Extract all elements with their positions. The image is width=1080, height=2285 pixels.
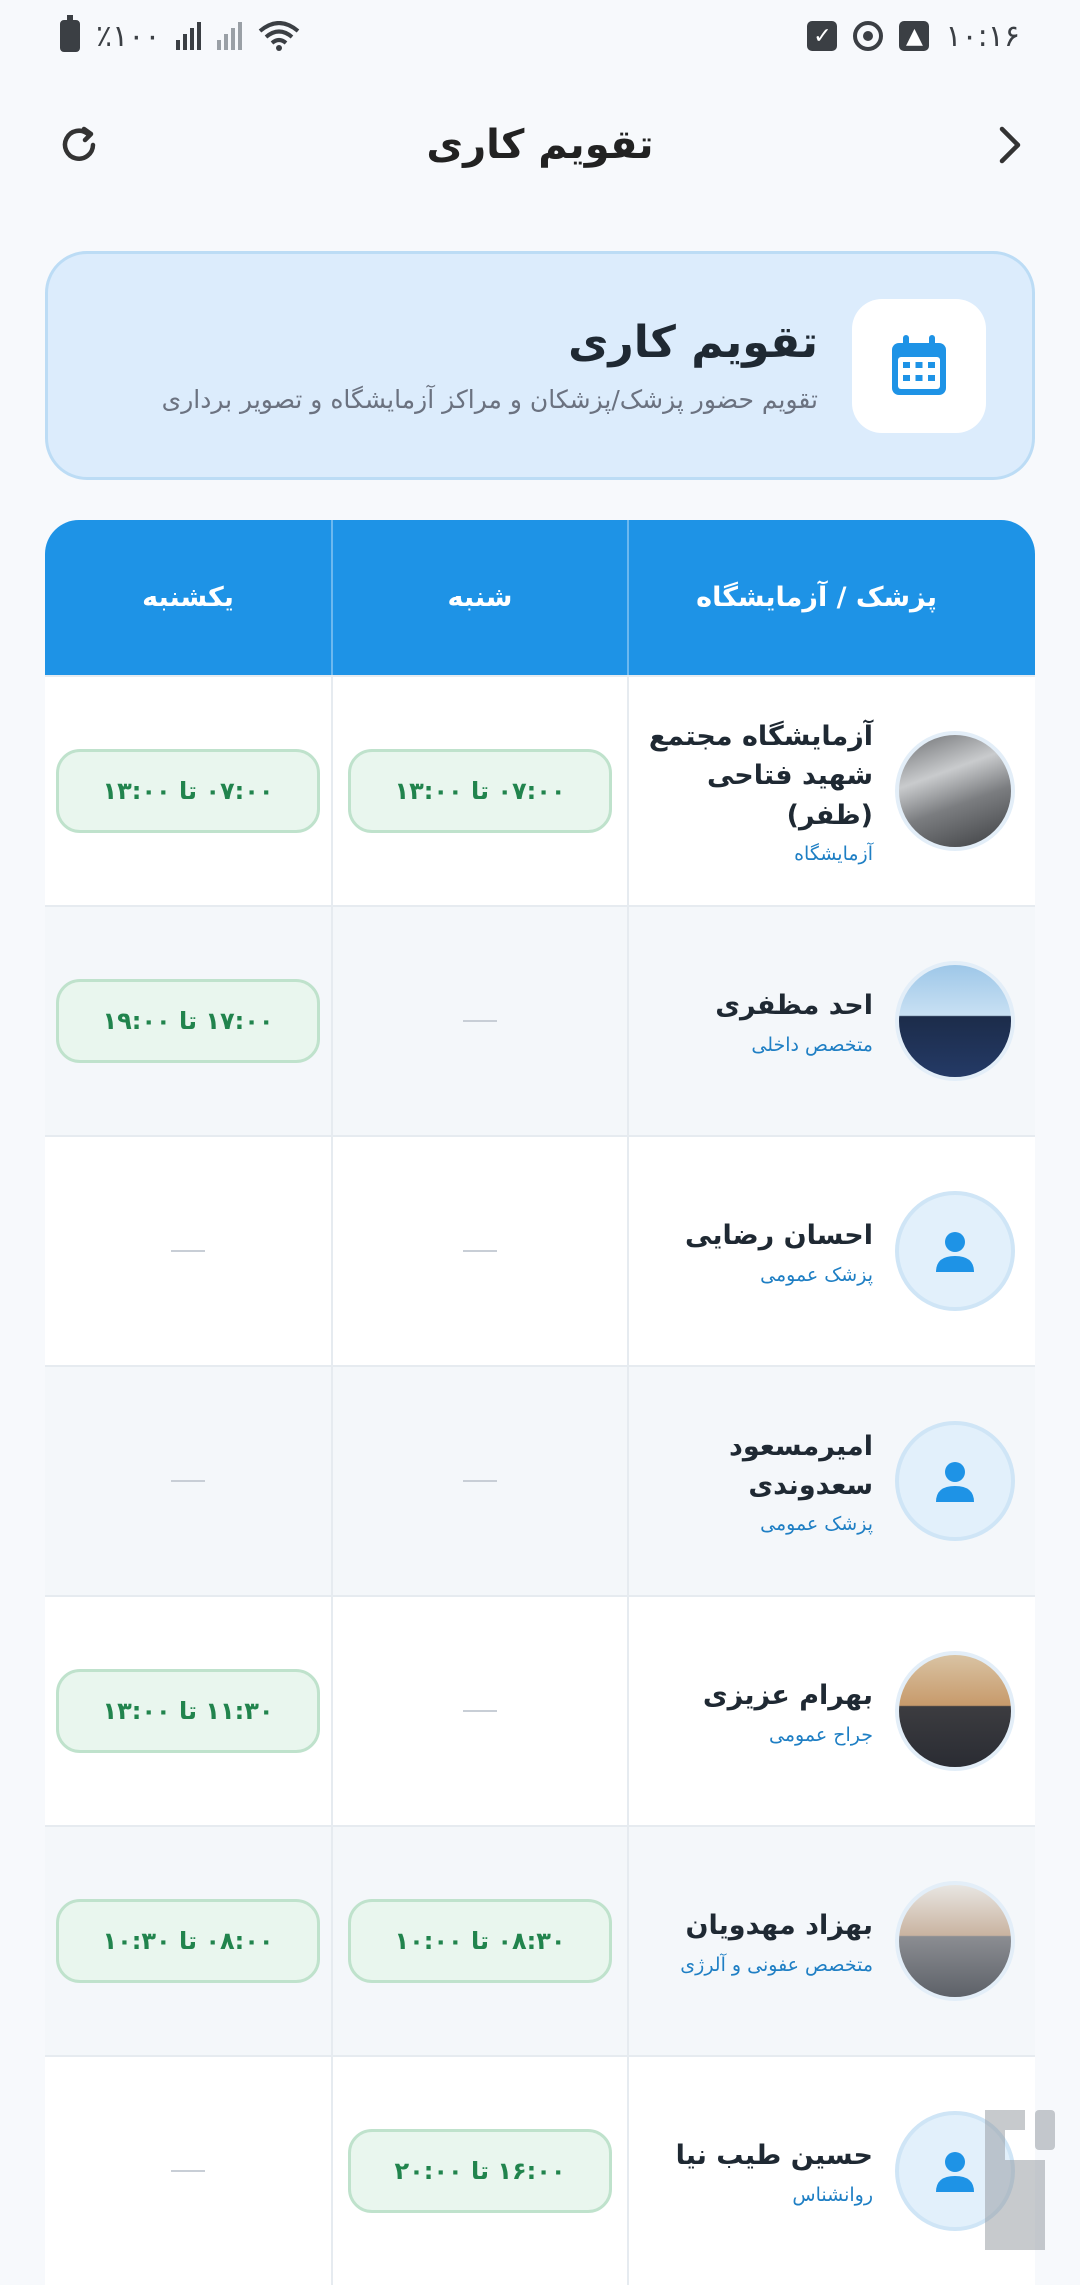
person-role: جراح عمومی xyxy=(769,1723,873,1746)
time-slot[interactable]: ۱۷:۰۰ تا ۱۹:۰۰ xyxy=(56,979,320,1063)
person-role: آزمایشگاه xyxy=(794,842,873,865)
doctor-photo-avatar xyxy=(895,1651,1015,1771)
empty-slot-dash xyxy=(463,1480,497,1482)
empty-slot-dash xyxy=(463,1250,497,1252)
time-slot[interactable]: ۰۸:۳۰ تا ۱۰:۰۰ xyxy=(348,1899,612,1983)
sunday-cell xyxy=(45,2057,331,2285)
person-name: آزمایشگاه مجتمع شهید فتاحی (ظفر) xyxy=(648,721,873,831)
table-row[interactable]: آزمایشگاه مجتمع شهید فتاحی (ظفر) آزمایشگ… xyxy=(45,675,1035,905)
saturday-cell xyxy=(331,1597,627,1825)
person-name: بهرام عزیزی xyxy=(702,1680,873,1712)
person-placeholder-icon xyxy=(895,1421,1015,1541)
saturday-cell xyxy=(331,1137,627,1365)
empty-slot-dash xyxy=(171,1480,205,1482)
table-header: پزشک / آزمایشگاه شنبه یکشنبه xyxy=(45,520,1035,675)
person-name: حسین طیب نیا xyxy=(675,2140,873,2172)
lab-photo-avatar xyxy=(895,731,1015,851)
status-bar: ٪۱۰۰ ✓ ▲ ۱۰:۱۶ xyxy=(0,0,1080,72)
saturday-cell: ۰۷:۰۰ تا ۱۳:۰۰ xyxy=(331,677,627,905)
time-slot[interactable]: ۰۷:۰۰ تا ۱۳:۰۰ xyxy=(56,749,320,833)
person-placeholder-icon xyxy=(895,1191,1015,1311)
image-notification-icon: ▲ xyxy=(899,21,930,51)
saturday-cell: ۱۶:۰۰ تا ۲۰:۰۰ xyxy=(331,2057,627,2285)
table-row[interactable]: حسین طیب نیا روانشناس ۱۶:۰۰ تا ۲۰:۰۰ xyxy=(45,2055,1035,2285)
refresh-icon xyxy=(62,126,96,161)
person-role: متخصص عفونی و آلرژی xyxy=(680,1953,873,1976)
signal-icon-2 xyxy=(217,22,243,50)
person-info: آزمایشگاه مجتمع شهید فتاحی (ظفر) آزمایشگ… xyxy=(629,717,873,864)
time-slot[interactable]: ۰۸:۰۰ تا ۱۰:۳۰ xyxy=(56,1899,320,1983)
table-row[interactable]: بهرام عزیزی جراح عمومی ۱۱:۳۰ تا ۱۳:۰۰ xyxy=(45,1595,1035,1825)
refresh-button[interactable] xyxy=(44,110,114,180)
sunday-cell: ۰۷:۰۰ تا ۱۳:۰۰ xyxy=(45,677,331,905)
person-role: روانشناس xyxy=(792,2183,873,2206)
person-info: بهزاد مهدویان متخصص عفونی و آلرژی xyxy=(680,1906,873,1975)
header-name: پزشک / آزمایشگاه xyxy=(627,520,1035,675)
sunday-cell: ۰۸:۰۰ تا ۱۰:۳۰ xyxy=(45,1827,331,2055)
table-row[interactable]: احسان رضایی پزشک عمومی xyxy=(45,1135,1035,1365)
person-placeholder-icon xyxy=(895,2111,1015,2231)
sunday-cell: ۱۷:۰۰ تا ۱۹:۰۰ xyxy=(45,907,331,1135)
name-cell: آزمایشگاه مجتمع شهید فتاحی (ظفر) آزمایشگ… xyxy=(627,677,1035,905)
time-slot[interactable]: ۰۷:۰۰ تا ۱۳:۰۰ xyxy=(348,749,612,833)
clock: ۱۰:۱۶ xyxy=(945,18,1020,54)
sunday-cell: ۱۱:۳۰ تا ۱۳:۰۰ xyxy=(45,1597,331,1825)
name-cell: احد مظفری متخصص داخلی xyxy=(627,907,1035,1135)
banner-subtitle: تقویم حضور پزشک/پزشکان و مراکز آزمایشگاه… xyxy=(161,385,818,415)
saturday-cell xyxy=(331,1367,627,1595)
empty-slot-dash xyxy=(171,1250,205,1252)
banner-text: تقویم کاری تقویم حضور پزشک/پزشکان و مراک… xyxy=(162,317,818,415)
table-row[interactable]: امیرمسعود سعدوندی پزشک عمومی xyxy=(45,1365,1035,1595)
name-cell: حسین طیب نیا روانشناس xyxy=(627,2057,1035,2285)
table-row[interactable]: احد مظفری متخصص داخلی ۱۷:۰۰ تا ۱۹:۰۰ xyxy=(45,905,1035,1135)
app-header: تقویم کاری xyxy=(0,92,1080,198)
status-left: ٪۱۰۰ xyxy=(60,15,300,54)
saturday-cell: ۰۸:۳۰ تا ۱۰:۰۰ xyxy=(331,1827,627,2055)
time-slot[interactable]: ۱۱:۳۰ تا ۱۳:۰۰ xyxy=(56,1669,320,1753)
name-cell: بهزاد مهدویان متخصص عفونی و آلرژی xyxy=(627,1827,1035,2055)
person-name: بهزاد مهدویان xyxy=(685,1910,873,1942)
person-name: احد مظفری xyxy=(715,990,873,1022)
status-right: ✓ ▲ ۱۰:۱۶ xyxy=(807,19,1020,54)
chrome-icon xyxy=(853,21,884,51)
back-button[interactable] xyxy=(974,110,1044,180)
name-cell: احسان رضایی پزشک عمومی xyxy=(627,1137,1035,1365)
calendar-icon xyxy=(892,334,946,395)
sunday-cell xyxy=(45,1367,331,1595)
person-info: احد مظفری متخصص داخلی xyxy=(715,986,873,1055)
checkbox-notification-icon: ✓ xyxy=(807,21,838,51)
schedule-table: پزشک / آزمایشگاه شنبه یکشنبه آزمایشگاه م… xyxy=(45,520,1035,2285)
empty-slot-dash xyxy=(463,1020,497,1022)
person-info: احسان رضایی پزشک عمومی xyxy=(685,1216,873,1285)
person-info: امیرمسعود سعدوندی پزشک عمومی xyxy=(723,1427,873,1535)
person-role: متخصص داخلی xyxy=(751,1033,873,1056)
person-name: امیرمسعود سعدوندی xyxy=(728,1430,873,1501)
person-role: پزشک عمومی xyxy=(760,1513,873,1536)
doctor-photo-avatar xyxy=(895,1881,1015,2001)
banner-title: تقویم کاری xyxy=(568,316,818,368)
wifi-icon xyxy=(258,21,300,51)
person-name: احسان رضایی xyxy=(685,1220,873,1252)
doctor-photo-avatar xyxy=(895,961,1015,1081)
signal-icon xyxy=(176,22,202,50)
battery-icon xyxy=(60,15,80,52)
empty-slot-dash xyxy=(171,2170,205,2172)
sunday-cell xyxy=(45,1137,331,1365)
header-saturday: شنبه xyxy=(331,520,627,675)
person-role: پزشک عمومی xyxy=(760,1263,873,1286)
saturday-cell xyxy=(331,907,627,1135)
table-row[interactable]: بهزاد مهدویان متخصص عفونی و آلرژی ۰۸:۳۰ … xyxy=(45,1825,1035,2055)
name-cell: امیرمسعود سعدوندی پزشک عمومی xyxy=(627,1367,1035,1595)
name-cell: بهرام عزیزی جراح عمومی xyxy=(627,1597,1035,1825)
banner-icon-box xyxy=(852,298,986,433)
header-sunday: یکشنبه xyxy=(142,582,234,613)
time-slot[interactable]: ۱۶:۰۰ تا ۲۰:۰۰ xyxy=(348,2129,612,2213)
chevron-right-icon xyxy=(999,126,1021,164)
page-title: تقویم کاری xyxy=(426,122,654,168)
empty-slot-dash xyxy=(463,1710,497,1712)
person-info: حسین طیب نیا روانشناس xyxy=(676,2136,873,2205)
battery-level: ٪۱۰۰ xyxy=(96,18,161,54)
info-banner: تقویم کاری تقویم حضور پزشک/پزشکان و مراک… xyxy=(45,251,1035,480)
person-info: بهرام عزیزی جراح عمومی xyxy=(703,1676,873,1745)
